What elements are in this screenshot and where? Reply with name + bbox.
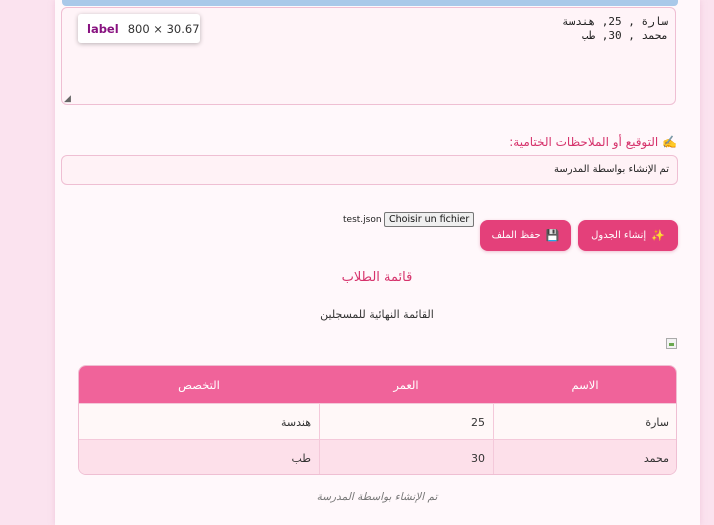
broken-image-icon xyxy=(666,338,677,349)
column-divider xyxy=(319,403,320,474)
column-divider xyxy=(493,403,494,474)
signature-value: تم الإنشاء بواسطة المدرسة xyxy=(553,164,669,175)
cell-age: 25 xyxy=(471,415,485,429)
generate-table-label: إنشاء الجدول xyxy=(591,230,647,241)
choose-file-button[interactable]: Choisir un fichier xyxy=(384,212,475,227)
table-header: الاسم العمر التخصص xyxy=(79,366,676,403)
students-table: الاسم العمر التخصص سارة 25 هندسة محمد 30… xyxy=(78,365,677,475)
cell-name: محمد xyxy=(643,452,669,465)
save-file-button[interactable]: 💾 حفظ الملف xyxy=(480,220,571,251)
header-name: الاسم xyxy=(571,377,599,392)
header-age: العمر xyxy=(393,377,419,392)
cell-age: 30 xyxy=(471,452,485,465)
save-file-label: حفظ الملف xyxy=(491,230,541,241)
top-strip xyxy=(62,0,678,6)
sparkles-icon: ✨ xyxy=(651,229,665,242)
cell-major: طب xyxy=(291,452,311,465)
tooltip-tag: label xyxy=(87,21,119,36)
tooltip-dimensions: 800 × 30.67 xyxy=(127,21,200,36)
list-title: قائمة الطلاب xyxy=(341,270,413,285)
generate-table-button[interactable]: ✨ إنشاء الجدول xyxy=(578,220,678,251)
table-row: محمد 30 طب xyxy=(79,439,676,474)
floppy-disk-icon: 💾 xyxy=(545,229,560,242)
list-subtitle: القائمة النهائية للمسجلين xyxy=(320,308,434,321)
file-name: test.json xyxy=(343,215,382,225)
resize-grip-icon[interactable]: ◢ xyxy=(64,95,72,104)
textarea-line: سارة , 25, هندسة xyxy=(562,15,668,28)
header-major: التخصص xyxy=(178,377,220,392)
signature-label: ✍️ التوقيع أو الملاحظات الختامية: xyxy=(509,135,677,149)
table-row: سارة 25 هندسة xyxy=(79,403,676,440)
textarea-line: محمد , 30, طب xyxy=(581,29,668,42)
signature-input[interactable]: تم الإنشاء بواسطة المدرسة xyxy=(61,155,678,185)
cell-major: هندسة xyxy=(280,415,311,429)
cell-name: سارة xyxy=(645,415,669,429)
footer-note: تم الإنشاء بواسطة المدرسة xyxy=(316,491,438,503)
devtools-tooltip: label 800 × 30.67 xyxy=(78,14,200,43)
